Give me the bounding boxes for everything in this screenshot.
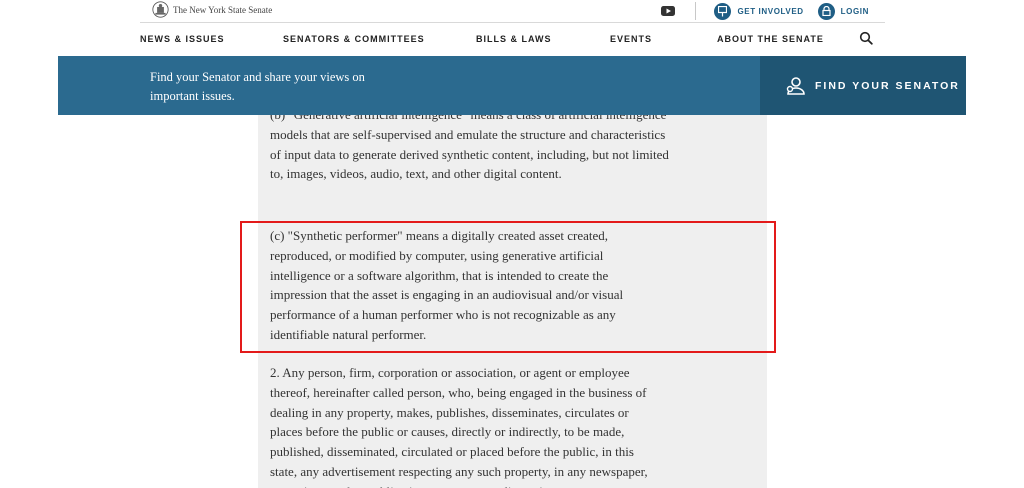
paragraph-generative-ai-definition: (b) "Generative artificial intelligence"… — [270, 115, 669, 182]
site-logo[interactable]: The New York State Senate — [152, 1, 272, 18]
nav-bills-laws[interactable]: BILLS & LAWS — [476, 34, 552, 44]
get-involved-link[interactable]: GET INVOLVED — [737, 7, 803, 16]
site-name: The New York State Senate — [173, 4, 273, 15]
state-seal-icon — [152, 1, 169, 18]
header-divider — [695, 2, 697, 20]
nav-senators-committees[interactable]: SENATORS & COMMITTEES — [283, 34, 425, 44]
nav-about-senate[interactable]: ABOUT THE SENATE — [717, 34, 824, 44]
find-senator-icon — [786, 76, 805, 95]
top-utility-bar: The New York State Senate GET INVOLVED L… — [140, 0, 885, 23]
nav-events[interactable]: EVENTS — [610, 34, 652, 44]
get-involved-icon[interactable] — [714, 2, 732, 20]
find-your-senator-button[interactable]: FIND YOUR SENATOR — [760, 56, 966, 115]
find-senator-label: FIND YOUR SENATOR — [815, 79, 960, 92]
main-navigation: NEWS & ISSUES SENATORS & COMMITTEES BILL… — [140, 22, 885, 55]
search-icon[interactable] — [859, 31, 873, 45]
nav-news-issues[interactable]: NEWS & ISSUES — [140, 34, 225, 44]
login-lock-icon[interactable] — [817, 2, 835, 20]
banner-text: Find your Senator and share your views o… — [150, 70, 365, 103]
find-senator-banner: Find your Senator and share your views o… — [58, 56, 966, 115]
highlight-box — [240, 221, 776, 353]
paragraph-advertising-provision: 2. Any person, firm, corporation or asso… — [270, 365, 648, 488]
login-link[interactable]: LOGIN — [841, 7, 869, 16]
youtube-icon[interactable] — [661, 6, 676, 16]
